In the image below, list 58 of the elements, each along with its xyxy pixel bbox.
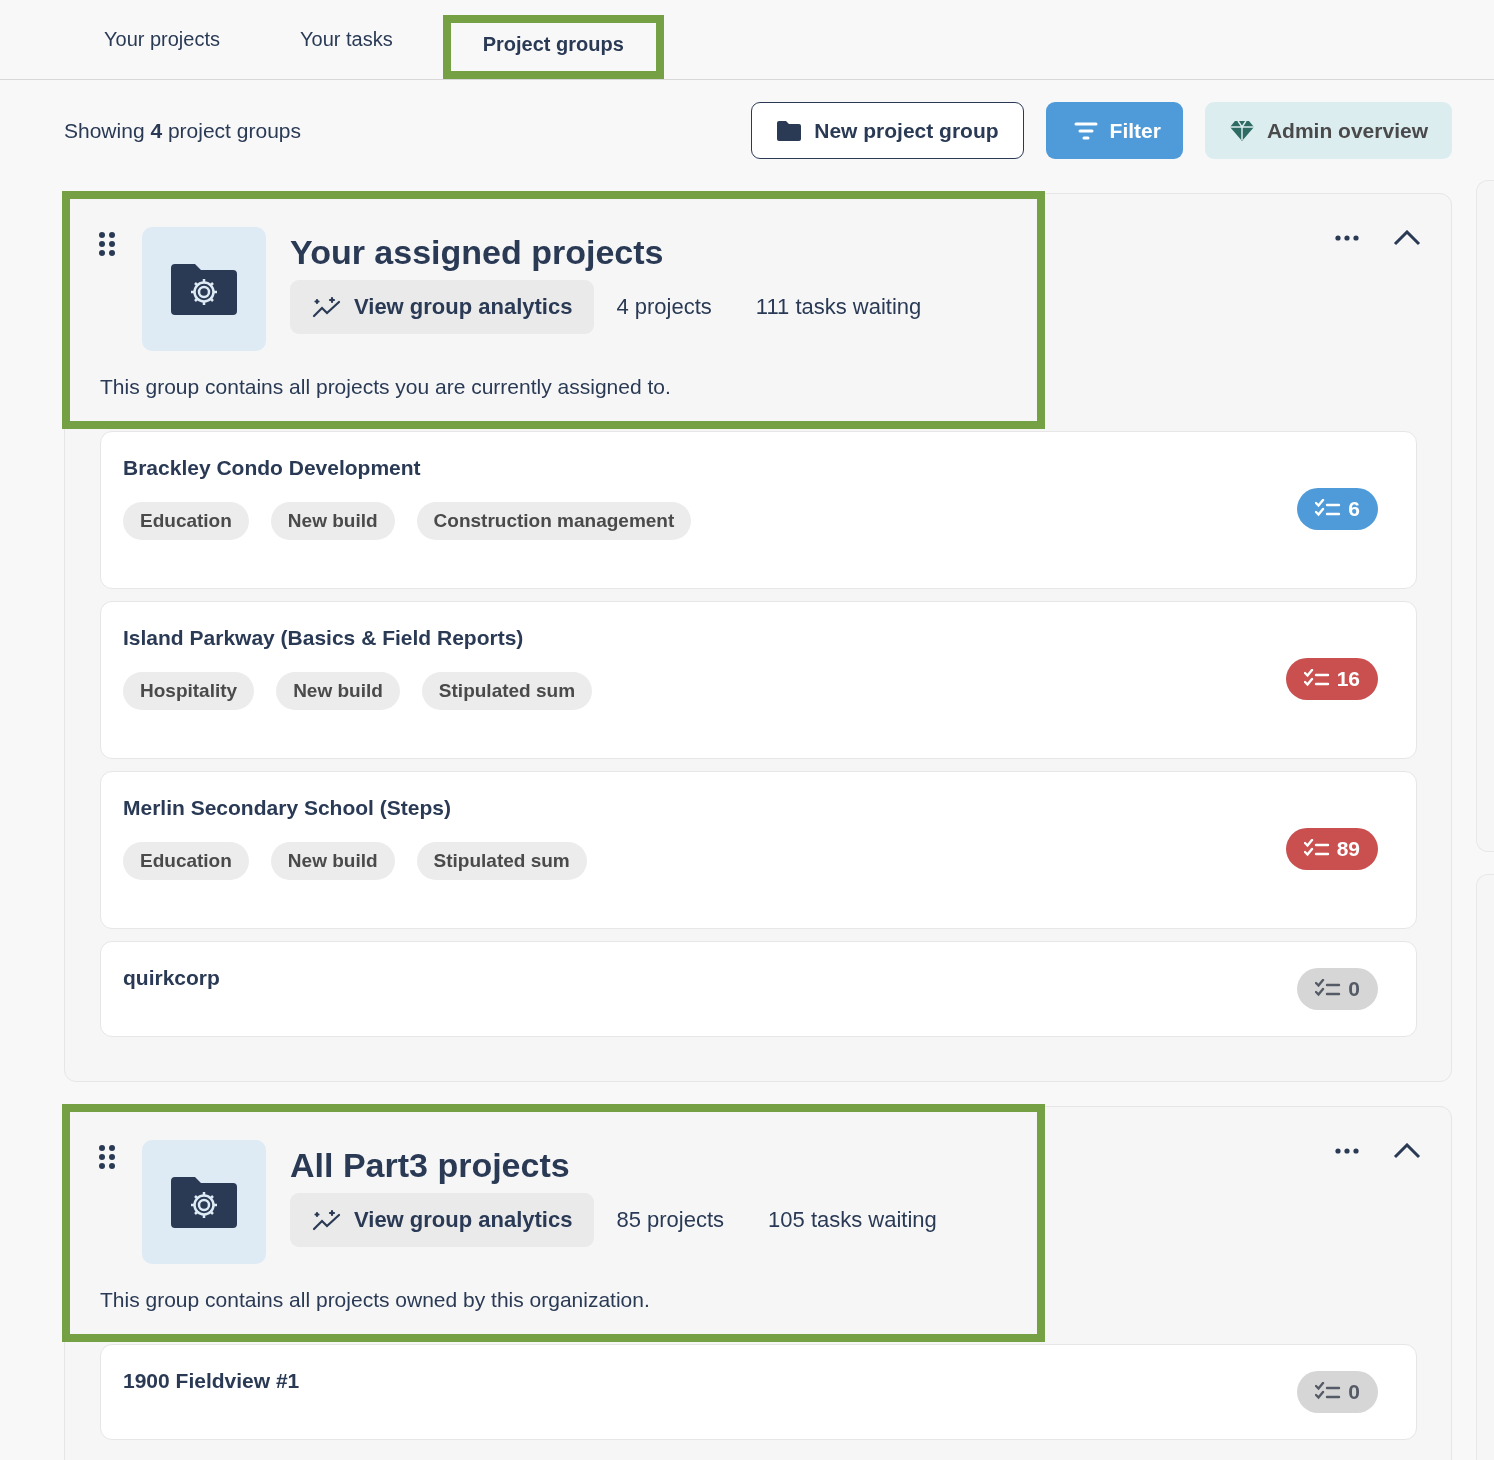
drag-handle-icon[interactable]	[98, 231, 116, 257]
sparkle-chart-icon	[312, 1209, 342, 1231]
tab[interactable]: Your projects	[74, 0, 250, 79]
tasks-waiting: 111 tasks waiting	[755, 294, 922, 320]
project-name: Merlin Secondary School (Steps)	[123, 796, 452, 820]
tag: Stipulated sum	[421, 672, 593, 710]
toolbar-button[interactable]: New project group	[751, 102, 1024, 159]
group-description: This group contains all projects you are currently assigned to.	[100, 375, 672, 399]
analytics-button[interactable]: View group analytics	[290, 1193, 595, 1247]
project-card[interactable]: Brackley Condo Development Education New build Construction management 6	[100, 431, 1417, 589]
projects-count: 4 projects	[616, 294, 712, 320]
more-icon[interactable]	[1335, 1148, 1359, 1154]
tab[interactable]: Project groups	[442, 15, 664, 79]
project-name: 1900 Fieldview #1	[123, 1369, 301, 1393]
collapse-chevron-icon[interactable]	[1393, 1143, 1421, 1159]
drag-handle-icon[interactable]	[98, 1144, 116, 1170]
tag: Stipulated sum	[416, 842, 587, 880]
tasks-waiting: 105 tasks waiting	[768, 1207, 937, 1233]
tag: Education	[123, 842, 249, 880]
tag: Hospitality	[123, 672, 255, 710]
project-name: Brackley Condo Development	[123, 456, 422, 480]
checklist-icon	[1303, 669, 1330, 689]
tag: Education	[123, 502, 249, 540]
collapse-chevron-icon[interactable]	[1393, 230, 1421, 246]
checklist-icon	[1315, 1382, 1342, 1402]
project-card[interactable]: Island Parkway (Basics & Field Reports) Hospitality New build Stipulated sum 16	[100, 601, 1417, 759]
filter-icon	[1073, 121, 1098, 140]
summary-text: Showing 4 project groups	[64, 118, 302, 143]
diamond-icon	[1228, 119, 1255, 142]
group-title: All Part3 projects	[290, 1146, 571, 1185]
project-name: Island Parkway (Basics & Field Reports)	[123, 626, 525, 650]
group-title: Your assigned projects	[290, 233, 665, 272]
tag: Construction management	[416, 502, 692, 540]
task-count-badge: 6	[1297, 488, 1378, 530]
checklist-icon	[1315, 499, 1342, 519]
task-count-badge: 16	[1285, 658, 1378, 700]
project-card[interactable]: 1900 Fieldview #1 0	[100, 1344, 1417, 1440]
analytics-button[interactable]: View group analytics	[290, 280, 595, 334]
toolbar-button[interactable]: Admin overview	[1204, 102, 1452, 159]
checklist-icon	[1303, 839, 1330, 859]
group-description: This group contains all projects owned by this organization.	[100, 1288, 651, 1312]
project-card[interactable]: quirkcorp 0	[100, 941, 1417, 1037]
folder-icon	[776, 119, 803, 142]
more-icon[interactable]	[1335, 235, 1359, 241]
project-card[interactable]: Merlin Secondary School (Steps) Education New build Stipulated sum 89	[100, 771, 1417, 929]
tag: New build	[270, 502, 395, 540]
task-count-badge: 89	[1285, 828, 1378, 870]
tag: New build	[276, 672, 400, 710]
task-count-badge: 0	[1297, 968, 1378, 1010]
project-name: quirkcorp	[123, 966, 221, 990]
projects-count: 85 projects	[616, 1207, 725, 1233]
tag: New build	[270, 842, 395, 880]
tab[interactable]: Your tasks	[270, 0, 423, 79]
checklist-icon	[1315, 979, 1342, 999]
sparkle-chart-icon	[312, 296, 342, 318]
folder-gear-icon	[171, 1176, 237, 1228]
task-count-badge: 0	[1297, 1371, 1378, 1413]
folder-gear-icon	[171, 263, 237, 315]
